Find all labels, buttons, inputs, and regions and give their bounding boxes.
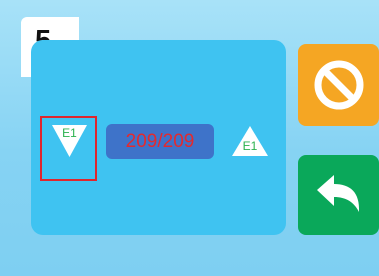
cancel-button[interactable] [298, 44, 379, 126]
left-marker-label: E1 [62, 126, 77, 140]
counter-display: 209/209 [106, 124, 214, 159]
return-arrow-icon [316, 175, 359, 212]
right-marker-label: E1 [242, 139, 258, 153]
back-button[interactable] [298, 155, 379, 235]
prohibited-icon [314, 60, 363, 110]
